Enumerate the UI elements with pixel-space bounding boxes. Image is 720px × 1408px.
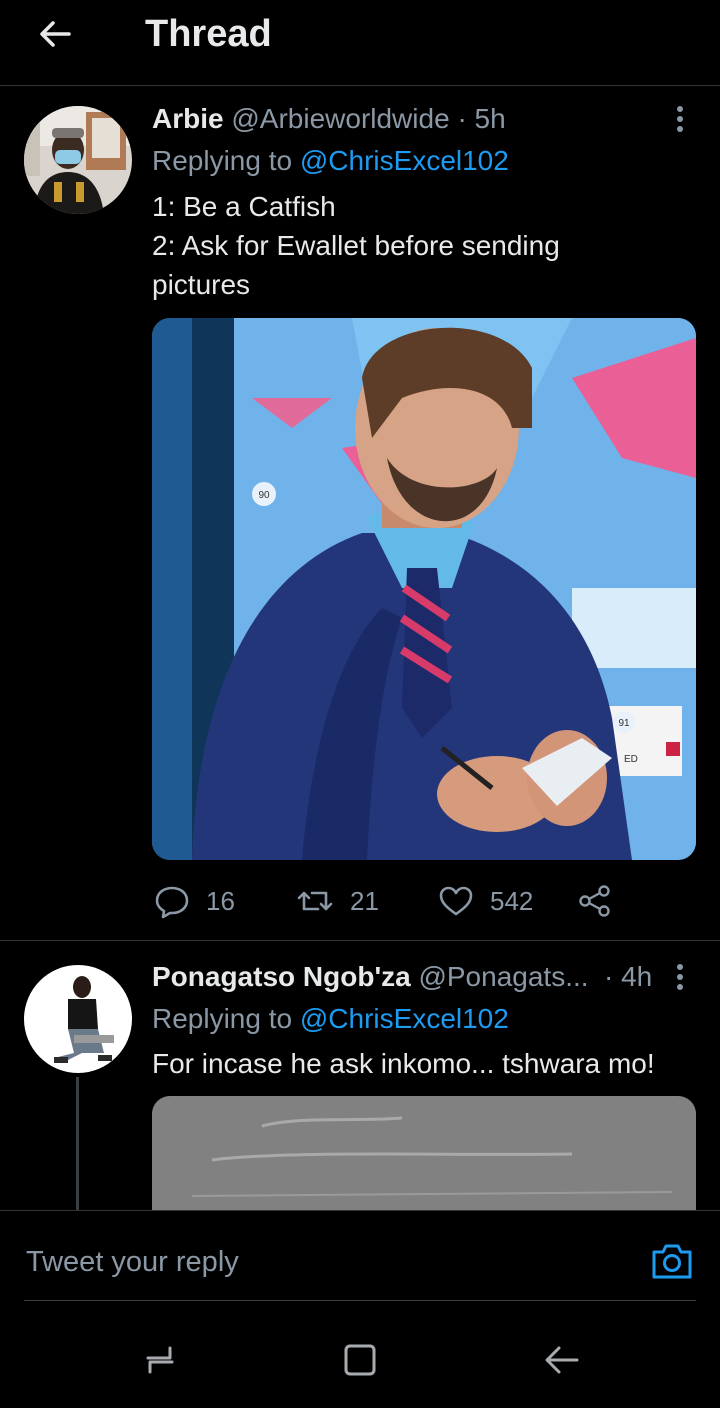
tweet[interactable]: Ponagatso Ngob'za @Ponagats... · 4h Repl… (0, 941, 720, 1210)
media-photo (152, 1096, 696, 1210)
replying-mention[interactable]: @ChrisExcel102 (300, 145, 509, 176)
home-button[interactable] (332, 1332, 388, 1388)
tweet-text-line: 1: Be a Catfish (152, 191, 336, 222)
retweet-icon (297, 891, 333, 911)
tweet-time[interactable]: 5h (475, 103, 506, 134)
more-vertical-icon (677, 106, 683, 132)
like-count: 542 (490, 885, 534, 916)
tweet-text-line: pictures (152, 269, 251, 300)
more-options-button[interactable] (666, 959, 694, 995)
recent-apps-button[interactable] (132, 1332, 188, 1388)
separator-dot: · (457, 103, 467, 134)
reply-underline (24, 1300, 696, 1301)
tweet-media[interactable] (152, 1096, 696, 1210)
arrow-left-icon (40, 21, 71, 47)
replying-prefix: Replying to (152, 1003, 293, 1034)
system-back-button[interactable] (534, 1332, 590, 1388)
display-name[interactable]: Arbie (152, 103, 224, 134)
back-button[interactable] (30, 12, 80, 56)
camera-icon (652, 1244, 692, 1279)
retweet-button[interactable]: 21 (296, 881, 379, 921)
avatar-photo (24, 106, 132, 214)
reply-icon (155, 886, 189, 919)
tweet-time-group: · 4h (604, 959, 664, 995)
tweet-actions: 16 21 542 (152, 881, 672, 921)
home-icon (344, 1344, 376, 1376)
replying-mention[interactable]: @ChrisExcel102 (300, 1003, 509, 1034)
more-vertical-icon (677, 964, 683, 990)
share-icon (579, 885, 610, 917)
tweet-media[interactable]: 90 91 ED (152, 318, 696, 860)
heart-icon (439, 886, 473, 916)
replying-to: Replying to @ChrisExcel102 (152, 1001, 509, 1037)
tweet-header: Arbie @Arbieworldwide · 5h (152, 101, 652, 137)
retweet-count: 21 (350, 885, 379, 916)
tweet-text-line: For incase he ask inkomo... tshwara mo! (152, 1048, 655, 1079)
avatar-photo (24, 965, 132, 1073)
tweet-text-line: 2: Ask for Ewallet before sending (152, 230, 560, 261)
share-button[interactable] (578, 881, 612, 921)
page-title: Thread (145, 13, 272, 55)
replying-to: Replying to @ChrisExcel102 (152, 143, 509, 179)
media-photo: 90 91 ED (152, 318, 696, 860)
display-name[interactable]: Ponagatso Ngob'za (152, 961, 411, 992)
media-overlay-label: ED (624, 754, 638, 765)
avatar[interactable] (24, 106, 132, 214)
media-overlay-label: 90 (258, 490, 270, 501)
tweet-header: Ponagatso Ngob'za @Ponagats... (152, 959, 612, 995)
recent-apps-icon (146, 1346, 174, 1374)
reply-input[interactable] (24, 1241, 608, 1283)
system-nav-bar (0, 1302, 720, 1408)
user-handle[interactable]: @Arbieworldwide (231, 103, 449, 134)
tweet-time[interactable]: 4h (621, 961, 652, 992)
like-button[interactable]: 542 (438, 881, 533, 921)
top-bar: Thread (0, 0, 720, 86)
tweet-text: For incase he ask inkomo... tshwara mo! (152, 1044, 702, 1083)
reply-button[interactable]: 16 (154, 881, 235, 921)
reply-count: 16 (206, 885, 235, 916)
separator-dot: · (604, 961, 614, 992)
user-handle[interactable]: @Ponagats... (418, 961, 588, 992)
reply-composer (0, 1210, 720, 1302)
tweet[interactable]: Arbie @Arbieworldwide · 5h Replying to @… (0, 87, 720, 939)
avatar[interactable] (24, 965, 132, 1073)
back-icon (545, 1346, 579, 1374)
camera-button[interactable] (648, 1239, 696, 1283)
tweet-text: 1: Be a Catfish 2: Ask for Ewallet befor… (152, 187, 672, 304)
replying-prefix: Replying to (152, 145, 293, 176)
media-overlay-label: 91 (618, 718, 630, 729)
thread-connector (76, 1077, 79, 1210)
more-options-button[interactable] (666, 101, 694, 137)
